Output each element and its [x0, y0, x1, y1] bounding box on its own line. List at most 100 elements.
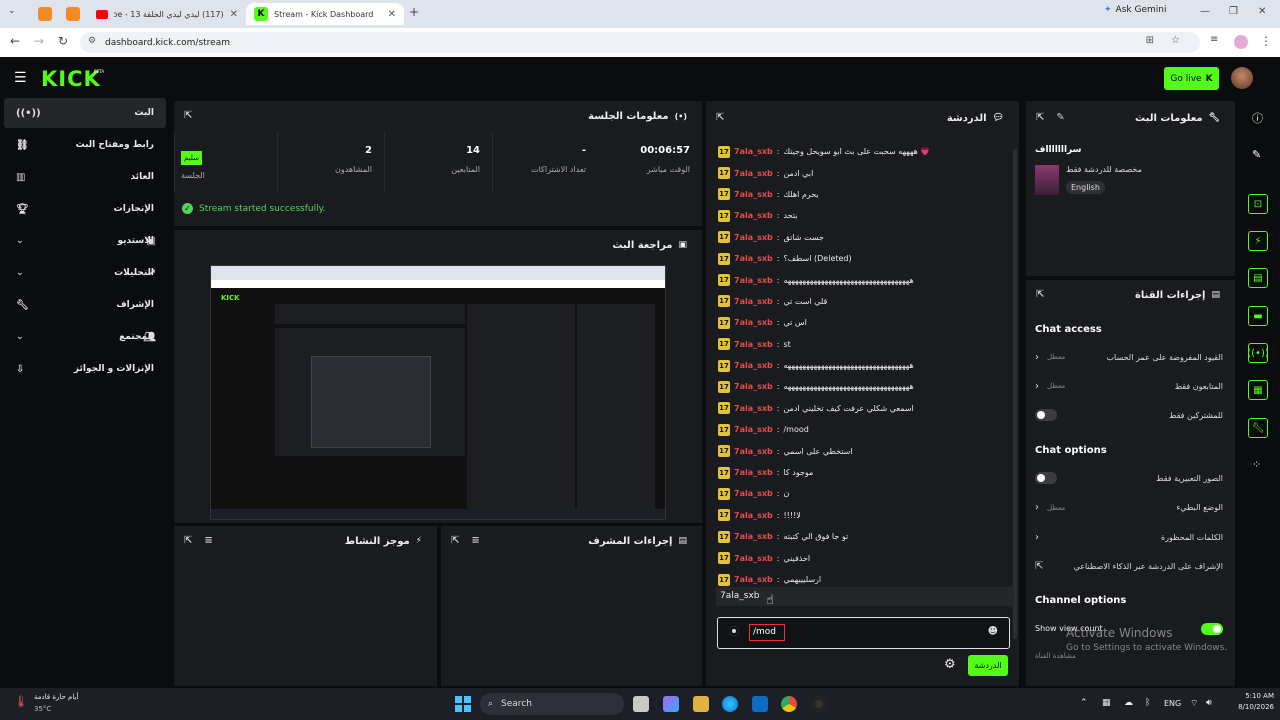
chat-message[interactable]: 17 7ala_sxb: ههههههههههههههههههههههههههههه… [718, 376, 1008, 397]
chat-input[interactable]: /mod ☻ [717, 617, 1010, 649]
sidebar-item-community[interactable]: 👥︎ المجتمع ⌄ [4, 322, 166, 352]
filter-icon[interactable]: ≡ [471, 535, 479, 546]
chat-username[interactable]: 7ala_sxb [734, 425, 773, 434]
sidebar-item-studio[interactable]: ▣ الاستديو ⌄ [4, 226, 166, 256]
rail-broadcast-button[interactable]: ((•)) [1247, 343, 1269, 363]
chat-username[interactable]: 7ala_sxb [734, 254, 773, 263]
taskbar-search-box[interactable]: ⌕ Search [480, 693, 624, 715]
emoji-icon[interactable]: ☻ [988, 626, 998, 637]
close-tab-icon[interactable]: ✕ [388, 9, 396, 20]
chat-message[interactable]: 17 7ala_sxb: قلي است تي [718, 291, 1008, 312]
channel-setting-row[interactable]: المتابعون فقط › معطل [1035, 376, 1223, 396]
tray-bluetooth-icon[interactable]: ᛒ [1145, 698, 1150, 708]
obs-icon[interactable] [811, 696, 827, 712]
rail-clip-button[interactable]: ⊡ [1248, 194, 1268, 214]
tray-cloud-icon[interactable]: ☁ [1124, 698, 1133, 708]
rail-document-button[interactable]: ▤ [1248, 268, 1268, 288]
file-explorer-icon[interactable] [693, 696, 709, 712]
chat-username[interactable]: 7ala_sxb [734, 340, 773, 349]
setting-control[interactable]: › معطل [1035, 381, 1065, 392]
new-tab-button[interactable]: + [409, 5, 419, 19]
setting-control[interactable]: › معطل [1035, 502, 1065, 513]
sidebar-item-analytics[interactable]: ↗ التحليلات ⌄ [4, 258, 166, 288]
sidebar-item-achievements[interactable]: الإنجازات 🏆︎ [4, 194, 166, 224]
chat-username[interactable]: 7ala_sxb [734, 211, 773, 220]
mention-suggestion[interactable]: 7ala_sxb [716, 587, 1014, 606]
filter-icon[interactable]: ≡ [204, 535, 212, 546]
stream-preview-video[interactable]: KICK [210, 265, 666, 520]
forward-icon[interactable]: → [34, 34, 44, 48]
chat-username[interactable]: 7ala_sxb [734, 468, 773, 477]
channel-setting-row[interactable]: القيود المفروضة على عمر الحساب › معطل [1035, 347, 1223, 367]
send-chat-button[interactable]: الدردشة [968, 655, 1008, 676]
chat-message[interactable]: 17 7ala_sxb: !!!!لا [718, 505, 1008, 526]
chat-message[interactable]: 17 7ala_sxb: ههههههههههههههههههههههههههههه… [718, 269, 1008, 290]
chat-settings-gear-icon[interactable]: ⚙ [944, 657, 956, 672]
kick-logo[interactable]: KICK [41, 67, 101, 91]
chat-message[interactable]: 17 7ala_sxb: جست شاتق [718, 227, 1008, 248]
sidebar-item-stream-key[interactable]: رابط ومفتاح البث ⛓ [4, 130, 166, 160]
chat-username[interactable]: 7ala_sxb [734, 447, 773, 456]
chat-username[interactable]: 7ala_sxb [734, 147, 773, 156]
chat-message[interactable]: 17 7ala_sxb: ن [718, 483, 1008, 504]
edge-icon[interactable] [722, 696, 738, 712]
rail-layout-button[interactable]: ▦ [1248, 380, 1268, 400]
channel-setting-row[interactable]: الإشراف على الدردشة عبر الذكاء الاصطناعي… [1035, 557, 1223, 577]
chat-message[interactable]: 17 7ala_sxb: يحرم اهلك [718, 184, 1008, 205]
tab-search-icon[interactable]: ≡ [1210, 34, 1218, 45]
site-info-icon[interactable]: ⚙ [88, 36, 96, 46]
chat-message[interactable]: 17 7ala_sxb: ههههههههههههههههههههههههههههه… [718, 355, 1008, 376]
info-icon[interactable]: ⓘ [1252, 110, 1263, 126]
channel-setting-row[interactable]: الوضع البطيء › معطل [1035, 498, 1223, 518]
nodes-icon[interactable]: ⁘ [1252, 458, 1261, 471]
chat-message[interactable]: 17 7ala_sxb: موجود كا [718, 462, 1008, 483]
tab-list-chevron-icon[interactable]: ⌄ [8, 6, 16, 16]
setting-control[interactable]: › معطل [1035, 352, 1065, 363]
chat-message[interactable]: 17 7ala_sxb: ابي ادمن [718, 162, 1008, 183]
chat-input-text[interactable]: /mod [749, 624, 785, 641]
tray-app-icon[interactable]: ▦ [1102, 698, 1111, 708]
chat-username[interactable]: 7ala_sxb [734, 404, 773, 413]
chat-username[interactable]: 7ala_sxb [734, 382, 773, 391]
weather-text[interactable]: أيام حارة قادمة [34, 693, 78, 701]
chat-username[interactable]: 7ala_sxb [734, 532, 773, 541]
chat-username[interactable]: 7ala_sxb [734, 318, 773, 327]
emote-picker-icon[interactable] [729, 626, 739, 636]
sidebar-item-drops[interactable]: الإنزالات و الجوائز ⇩ [4, 354, 166, 384]
input-language[interactable]: ENG [1164, 699, 1181, 708]
chat-message[interactable]: 17 7ala_sxb:/mood [718, 419, 1008, 440]
address-bar[interactable]: ⚙ dashboard.kick.com/stream ⊞ ☆ [80, 32, 1200, 53]
popout-icon[interactable]: ⇱ [184, 110, 192, 121]
popout-icon[interactable]: ⇱ [1036, 289, 1044, 300]
reload-icon[interactable]: ↻ [58, 34, 68, 48]
store-icon[interactable] [752, 696, 768, 712]
task-view-icon[interactable] [633, 696, 649, 712]
sidebar-item-revenue[interactable]: العائد ▥ [4, 162, 166, 192]
chat-username[interactable]: 7ala_sxb [734, 190, 773, 199]
popout-icon[interactable]: ⇱ [1036, 112, 1044, 123]
show-view-count-toggle[interactable] [1201, 623, 1223, 635]
rail-chat-button[interactable]: ▬ [1248, 306, 1268, 326]
windows-start-icon[interactable] [455, 696, 471, 712]
rail-lightning-button[interactable]: ⚡︎ [1248, 231, 1268, 251]
back-icon[interactable]: ← [10, 34, 20, 48]
chat-message[interactable]: 17 7ala_sxb: ههههه سحبت على بث ابو سويحل و… [718, 141, 1008, 162]
user-avatar[interactable] [1231, 67, 1253, 89]
profile-avatar-icon[interactable] [1234, 35, 1248, 49]
taskbar-clock[interactable]: 5:10 AM 8/10/2026 [1228, 692, 1274, 711]
close-tab-icon[interactable]: ✕ [230, 9, 238, 20]
ask-gemini-button[interactable]: ✦ Ask Gemini [1104, 5, 1166, 15]
setting-toggle[interactable] [1035, 472, 1057, 484]
chat-username[interactable]: 7ala_sxb [734, 575, 773, 584]
popout-icon[interactable]: ⇱ [451, 535, 459, 546]
channel-setting-row[interactable]: الكلمات المحظورة › [1035, 527, 1223, 547]
chat-scrollbar[interactable] [1013, 149, 1017, 639]
close-window-icon[interactable]: ✕ [1258, 6, 1266, 17]
chat-username[interactable]: 7ala_sxb [734, 169, 773, 178]
sidebar-item-stream[interactable]: البث ((•)) [4, 98, 166, 128]
chat-message[interactable]: 17 7ala_sxb: اسمعي شكلي عرفت كيف تخليني اد… [718, 398, 1008, 419]
chat-username[interactable]: 7ala_sxb [734, 297, 773, 306]
chat-username[interactable]: 7ala_sxb [734, 276, 773, 285]
chat-message[interactable]: 17 7ala_sxb: استخطي على اسمي [718, 440, 1008, 461]
chat-username[interactable]: 7ala_sxb [734, 361, 773, 370]
